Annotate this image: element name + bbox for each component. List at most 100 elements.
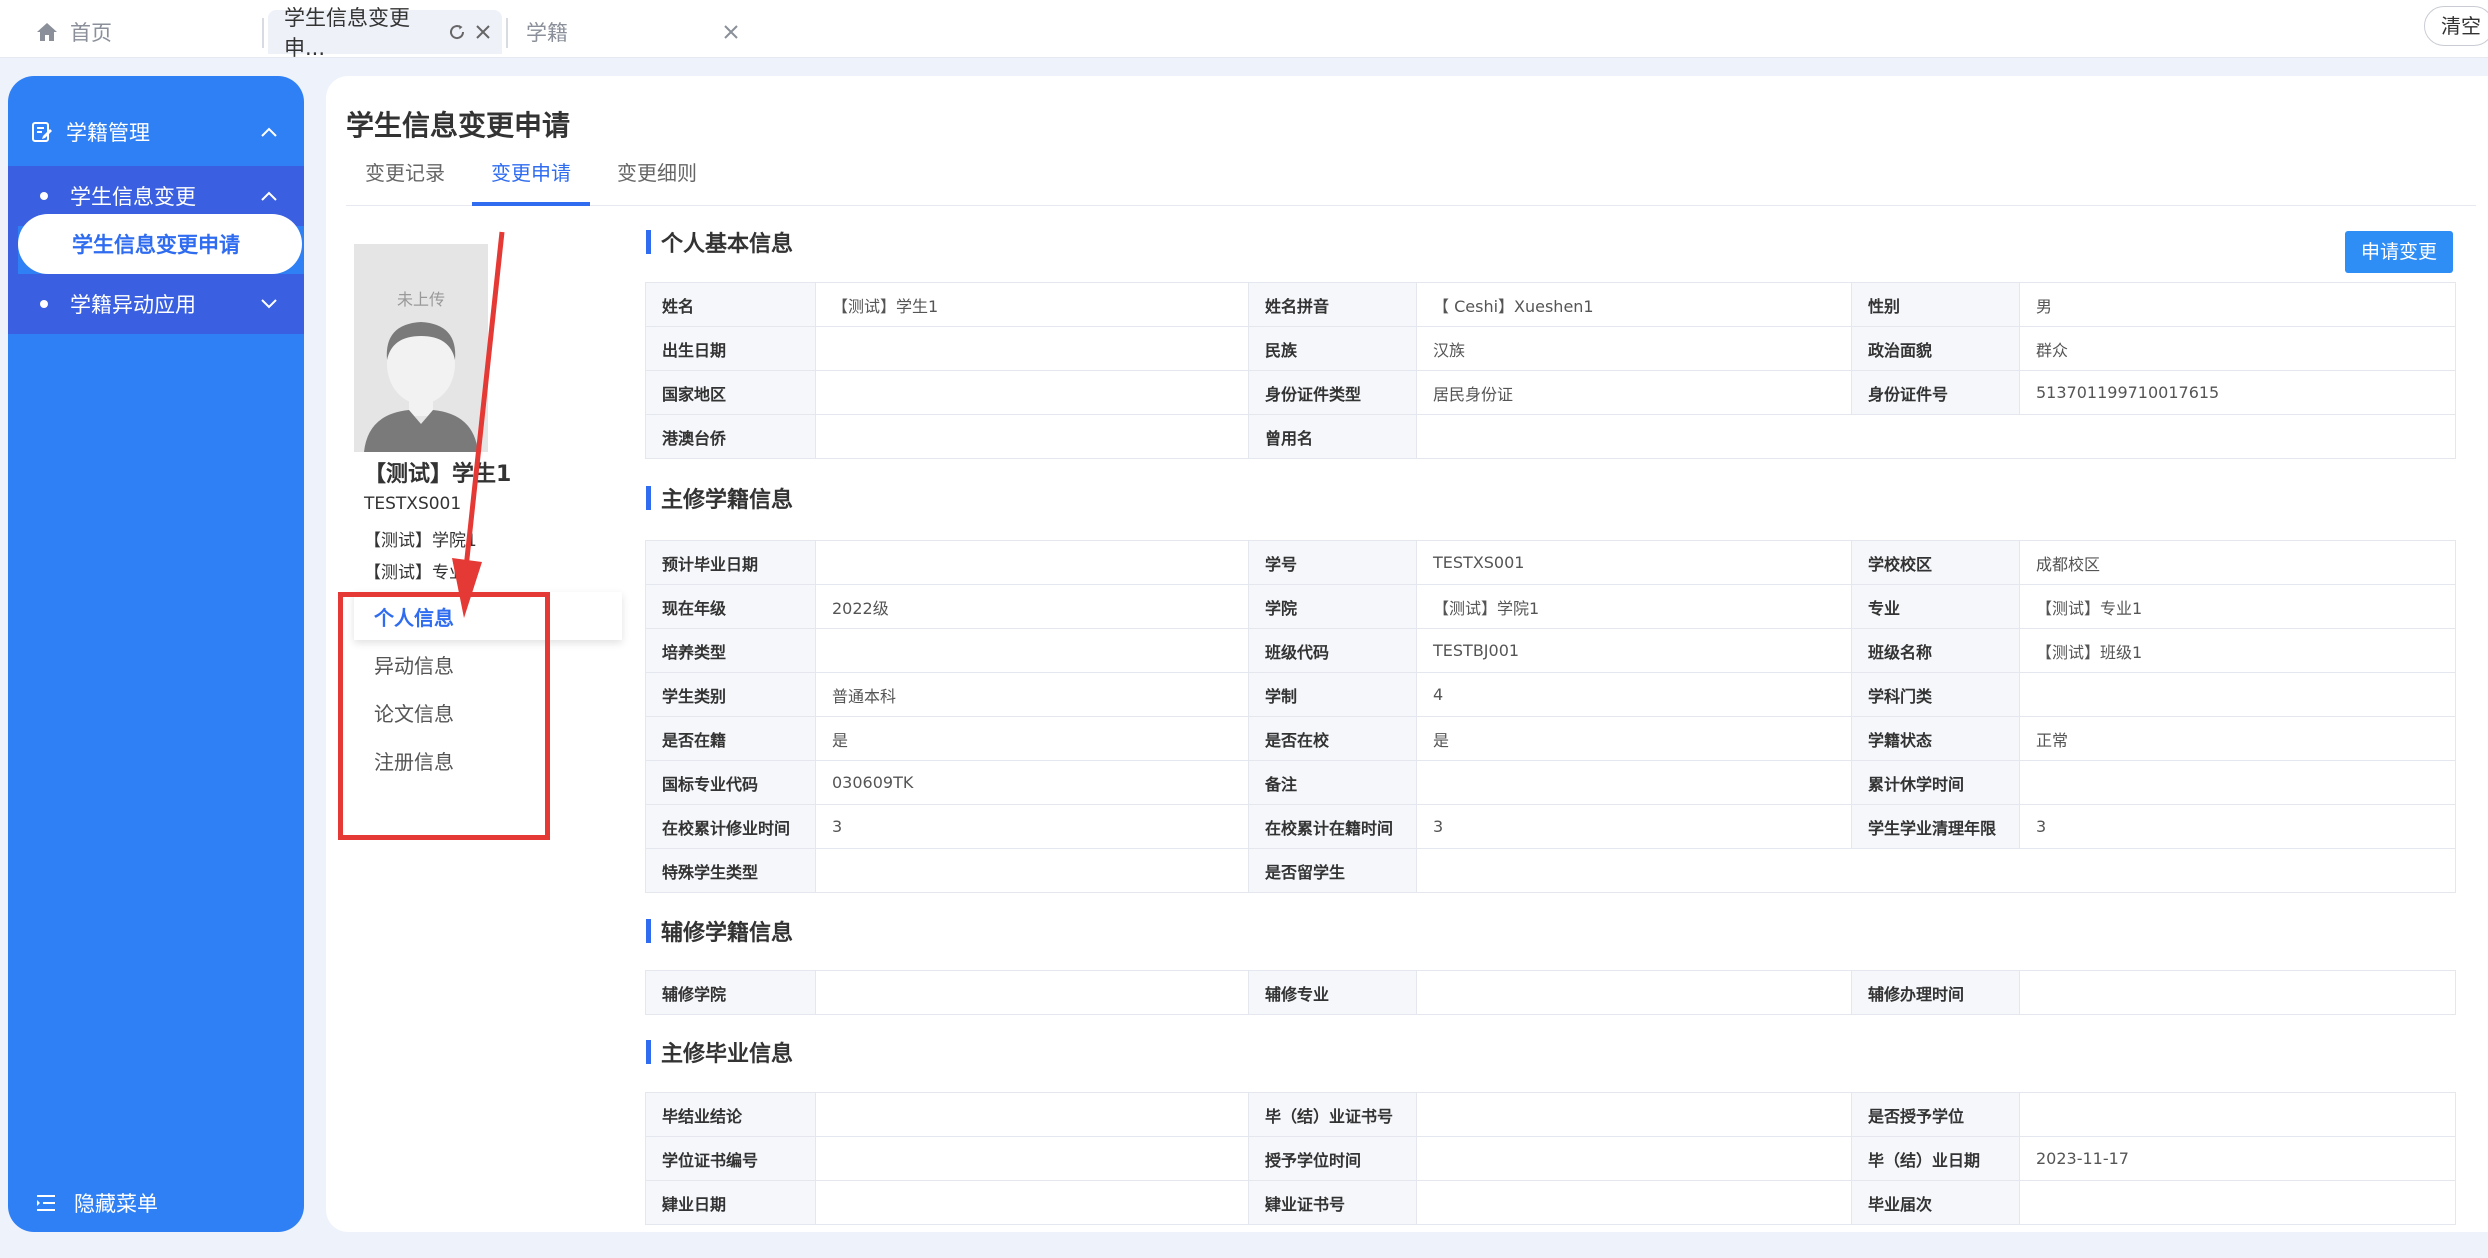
tab-student-status[interactable]: 学籍: [510, 10, 750, 54]
field-value: 3: [2019, 804, 2456, 849]
field-label: 是否在籍: [645, 716, 816, 761]
bullet-icon: [40, 300, 48, 308]
field-value: 030609TK: [815, 760, 1249, 805]
chevron-down-icon: [261, 299, 277, 309]
field-value: [815, 370, 1249, 415]
field-value: [815, 970, 1249, 1015]
field-value: [815, 1092, 1249, 1137]
field-label: 在校累计修业时间: [645, 804, 816, 849]
field-value: 4: [1416, 672, 1852, 717]
top-tab-bar: 首页 学生信息变更申... 学籍 清空: [0, 0, 2488, 60]
field-value: [815, 326, 1249, 371]
sidebar-item-label: 学籍异动应用: [70, 293, 196, 317]
field-label: 班级代码: [1248, 628, 1417, 673]
field-label: 学生类别: [645, 672, 816, 717]
annotation-highlight-box: [338, 592, 550, 840]
field-value: [815, 540, 1249, 585]
field-value: 513701199710017615: [2019, 370, 2456, 415]
field-value: 2022级: [815, 584, 1249, 629]
table-row: 辅修学院 辅修专业 辅修办理时间: [645, 970, 2456, 1015]
sidebar-item-status-change-app[interactable]: 学籍异动应用: [8, 274, 304, 334]
sidebar-group-label: 学籍管理: [66, 121, 150, 145]
field-label: 学号: [1248, 540, 1417, 585]
sidebar-group-student-status[interactable]: 学籍管理: [8, 102, 304, 162]
field-label: 辅修专业: [1248, 970, 1417, 1015]
major-info-table: 预计毕业日期 学号 TESTXS001 学校校区 成都校区 现在年级 2022级 学院 【测试】…: [645, 540, 2456, 893]
field-label: 政治面貌: [1851, 326, 2020, 371]
table-row: 国家地区 身份证件类型 居民身份证 身份证件号 513701199710017615: [645, 370, 2456, 415]
field-value: [1416, 414, 2456, 459]
refresh-icon[interactable]: [448, 23, 466, 41]
field-label: 培养类型: [645, 628, 816, 673]
field-label: 肄业证书号: [1248, 1180, 1417, 1225]
tab-change-apply[interactable]: 变更申请: [472, 154, 590, 206]
main-panel: 学生信息变更申请 变更记录 变更申请 变更细则 未上传 【测试】学生1 TEST…: [326, 76, 2488, 1232]
field-value: [815, 628, 1249, 673]
field-label: 毕（结）业证书号: [1248, 1092, 1417, 1137]
field-label: 民族: [1248, 326, 1417, 371]
sidebar-item-info-change-apply[interactable]: 学生信息变更申请: [18, 214, 302, 274]
field-label: 国标专业代码: [645, 760, 816, 805]
field-value: 【测试】学院1: [1416, 584, 1852, 629]
table-row: 在校累计修业时间 3 在校累计在籍时间 3 学生学业清理年限 3: [645, 804, 2456, 849]
field-value: [1416, 760, 1852, 805]
field-value: [2019, 672, 2456, 717]
field-value: 【测试】学生1: [815, 282, 1249, 327]
tab-third-label: 学籍: [526, 21, 568, 45]
apply-change-button[interactable]: 申请变更: [2345, 231, 2453, 273]
field-value: [815, 848, 1249, 893]
tab-active-label: 学生信息变更申...: [284, 6, 410, 60]
field-label: 辅修办理时间: [1851, 970, 2020, 1015]
field-value: [2019, 1092, 2456, 1137]
field-value: TESTBJ001: [1416, 628, 1852, 673]
field-label: 在校累计在籍时间: [1248, 804, 1417, 849]
field-label: 学校校区: [1851, 540, 2020, 585]
table-row: 特殊学生类型 是否留学生: [645, 848, 2456, 893]
sidebar: 学籍管理 学生信息变更 学生信息变更申请 学籍异动应用 隐藏菜单: [8, 76, 304, 1232]
field-label: 港澳台侨: [645, 414, 816, 459]
tab-home-label: 首页: [70, 21, 112, 45]
chevron-up-icon: [261, 127, 277, 137]
field-label: 预计毕业日期: [645, 540, 816, 585]
clear-tabs-button[interactable]: 清空: [2424, 6, 2488, 46]
tab-change-records[interactable]: 变更记录: [346, 154, 464, 206]
chevron-up-icon: [261, 191, 277, 201]
tab-home[interactable]: 首页: [36, 10, 112, 54]
field-label: 国家地区: [645, 370, 816, 415]
table-row: 培养类型 班级代码 TESTBJ001 班级名称 【测试】班级1: [645, 628, 2456, 673]
sidebar-item-label: 学生信息变更申请: [72, 233, 240, 257]
field-label: 专业: [1851, 584, 2020, 629]
field-label: 学位证书编号: [645, 1136, 816, 1181]
field-label: 是否授予学位: [1851, 1092, 2020, 1137]
bullet-icon: [40, 192, 48, 200]
field-value: [1416, 970, 1852, 1015]
field-label: 现在年级: [645, 584, 816, 629]
field-value: 【测试】班级1: [2019, 628, 2456, 673]
field-label: 备注: [1248, 760, 1417, 805]
hide-menu-button[interactable]: 隐藏菜单: [36, 1188, 158, 1218]
close-icon[interactable]: [474, 23, 492, 41]
field-label: 学籍状态: [1851, 716, 2020, 761]
field-value: 居民身份证: [1416, 370, 1852, 415]
tab-change-rules[interactable]: 变更细则: [598, 154, 716, 206]
tab-student-info-change[interactable]: 学生信息变更申...: [268, 6, 502, 60]
field-label: 毕（结）业日期: [1851, 1136, 2020, 1181]
field-value: [2019, 1180, 2456, 1225]
close-icon[interactable]: [722, 23, 740, 41]
field-value: [2019, 970, 2456, 1015]
table-row: 出生日期 民族 汉族 政治面貌 群众: [645, 326, 2456, 371]
graduation-info-table: 毕结业结论 毕（结）业证书号 是否授予学位 学位证书编号 授予学位时间 毕（结）业日期 20…: [645, 1092, 2456, 1225]
field-value: [815, 1180, 1249, 1225]
field-label: 性别: [1851, 282, 2020, 327]
table-row: 肄业日期 肄业证书号 毕业届次: [645, 1180, 2456, 1225]
field-value: 是: [1416, 716, 1852, 761]
table-row: 学生类别 普通本科 学制 4 学科门类: [645, 672, 2456, 717]
field-label: 特殊学生类型: [645, 848, 816, 893]
tab-divider: [506, 18, 508, 48]
hide-menu-label: 隐藏菜单: [74, 1192, 158, 1216]
field-value: 汉族: [1416, 326, 1852, 371]
field-value: [1416, 848, 2456, 893]
tab-divider: [262, 18, 264, 48]
field-label: 学制: [1248, 672, 1417, 717]
table-row: 学位证书编号 授予学位时间 毕（结）业日期 2023-11-17: [645, 1136, 2456, 1181]
